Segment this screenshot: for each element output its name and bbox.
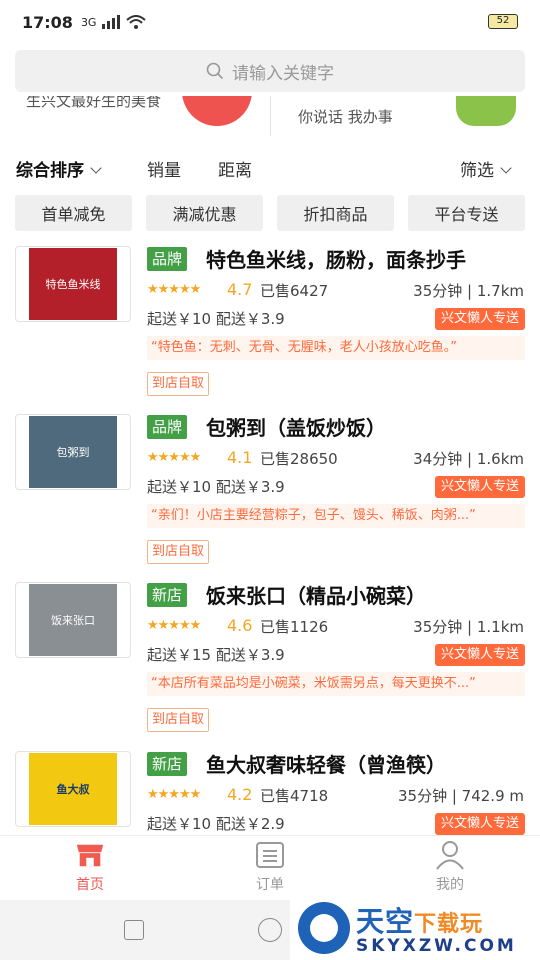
banner-red-graphic [182, 96, 252, 126]
store-fees: 起送￥10 配送￥3.9 [147, 310, 285, 328]
store-promo: “特色鱼：无刺、无骨、无腥味，老人小孩放心吃鱼。” [147, 336, 525, 360]
filter-label: 筛选 [460, 161, 494, 181]
store-thumbnail: 特色鱼米线 [15, 246, 131, 322]
search-placeholder: 请输入关键字 [232, 63, 334, 84]
store-promo: “亲们！小店主要经营粽子，包子、馒头、稀饭、肉粥...” [147, 504, 525, 528]
watermark-title-blue: 天空 [356, 905, 415, 938]
delivery-badge: 兴文懒人专送 [434, 476, 525, 498]
chip-platform-delivery[interactable]: 平台专送 [408, 195, 525, 231]
tab-mine-label: 我的 [436, 877, 464, 893]
battery-icon: 52 [488, 14, 518, 29]
store-thumbnail: 包粥到 [15, 414, 131, 490]
store-photo: 饭来张口 [29, 584, 117, 656]
new-store-tag: 新店 [147, 752, 188, 776]
sort-sales[interactable]: 销量 [147, 156, 181, 181]
store-list: 特色鱼米线 品牌 特色鱼米线，肠粉，面条抄手 ★★★★★ 4.7 已售6427 … [0, 240, 540, 835]
store-rating: 4.6 [227, 616, 253, 635]
watermark-logo-icon [298, 902, 350, 954]
store-card[interactable]: 包粥到 品牌 包粥到（盖饭炒饭） ★★★★★ 4.1 已售28650 34分钟 … [0, 408, 540, 576]
store-time-distance: 34分钟 | 1.6km [413, 450, 524, 468]
pickup-badge: 到店自取 [147, 372, 210, 396]
watermark-title-orange: 下载玩 [414, 912, 484, 937]
banner-divider [270, 96, 271, 136]
tab-orders[interactable]: 订单 [230, 842, 310, 894]
new-store-tag: 新店 [147, 583, 188, 607]
banner-right-text: 你说话 我办事 [298, 108, 393, 126]
tab-home[interactable]: 首页 [50, 842, 130, 894]
delivery-badge: 兴文懒人专送 [434, 813, 525, 835]
network-type: 3G [80, 15, 97, 29]
watermark: 天空下载玩 SKYXZW.COM [290, 896, 540, 960]
recent-apps-button[interactable] [124, 920, 144, 940]
store-rating: 4.7 [227, 280, 253, 299]
pickup-badge: 到店自取 [147, 540, 210, 564]
store-name: 包粥到（盖饭炒饭） [206, 416, 386, 440]
store-sold: 已售6427 [260, 282, 329, 300]
store-thumbnail: 鱼大叔 [15, 751, 131, 827]
store-name: 鱼大叔奢味轻餐（曾渔筷） [206, 753, 446, 777]
store-thumbnail: 饭来张口 [15, 582, 131, 658]
brand-tag: 品牌 [147, 415, 188, 439]
chip-discount[interactable]: 折扣商品 [277, 195, 394, 231]
promo-banner[interactable]: 生兴文最好生的美食 你说话 我办事 [0, 96, 540, 146]
store-fees: 起送￥15 配送￥3.9 [147, 646, 285, 664]
store-time-distance: 35分钟 | 1.7km [413, 282, 524, 300]
store-photo: 鱼大叔 [29, 753, 117, 825]
store-name: 饭来张口（精品小碗菜） [206, 584, 426, 608]
tab-orders-label: 订单 [256, 877, 284, 893]
filter-chips: 首单减免 满减优惠 折扣商品 平台专送 [15, 195, 525, 231]
status-icons: 3G [81, 15, 147, 29]
watermark-title: 天空下载玩 [356, 900, 483, 940]
pickup-badge: 到店自取 [147, 708, 210, 732]
store-card[interactable]: 饭来张口 新店 饭来张口（精品小碗菜） ★★★★★ 4.6 已售1126 35分… [0, 576, 540, 744]
search-icon [206, 62, 224, 80]
store-rating: 4.2 [227, 785, 253, 804]
status-time: 17:08 [22, 12, 73, 32]
store-name: 特色鱼米线，肠粉，面条抄手 [206, 248, 466, 272]
search-input[interactable]: 请输入关键字 [15, 50, 525, 92]
banner-left-text: 生兴文最好生的美食 [26, 96, 162, 110]
store-time-distance: 35分钟 | 742.9 m [398, 787, 524, 805]
store-photo: 包粥到 [29, 416, 117, 488]
banner-green-graphic [456, 96, 516, 126]
watermark-sub: SKYXZW.COM [356, 936, 517, 956]
store-icon [75, 842, 105, 868]
store-fees: 起送￥10 配送￥3.9 [147, 478, 285, 496]
tab-mine[interactable]: 我的 [410, 841, 490, 894]
sort-bar: 综合排序 销量 距离 筛选 [0, 148, 540, 184]
delivery-badge: 兴文懒人专送 [434, 308, 525, 330]
chevron-down-icon [500, 162, 512, 174]
tab-home-label: 首页 [76, 877, 104, 893]
store-sold: 已售1126 [260, 618, 329, 636]
home-button[interactable] [258, 918, 282, 942]
store-fees: 起送￥10 配送￥2.9 [147, 815, 285, 833]
filter-button[interactable]: 筛选 [460, 156, 512, 181]
signal-icon [102, 15, 121, 29]
chip-first-order[interactable]: 首单减免 [15, 195, 132, 231]
chip-full-reduction[interactable]: 满减优惠 [146, 195, 263, 231]
status-bar: 17:08 3G 52 [0, 0, 540, 44]
star-rating-icon: ★★★★★ [147, 282, 201, 297]
store-sold: 已售4718 [260, 787, 329, 805]
store-sold: 已售28650 [260, 450, 338, 468]
chevron-down-icon [90, 162, 102, 174]
star-rating-icon: ★★★★★ [147, 618, 201, 633]
store-rating: 4.1 [227, 448, 253, 467]
sort-composite[interactable]: 综合排序 [16, 156, 102, 181]
star-rating-icon: ★★★★★ [147, 787, 201, 802]
wifi-icon [126, 15, 147, 29]
brand-tag: 品牌 [147, 247, 188, 271]
store-card[interactable]: 特色鱼米线 品牌 特色鱼米线，肠粉，面条抄手 ★★★★★ 4.7 已售6427 … [0, 240, 540, 408]
store-photo: 特色鱼米线 [29, 248, 117, 320]
store-time-distance: 35分钟 | 1.1km [413, 618, 524, 636]
orders-icon [255, 842, 285, 868]
store-promo: “本店所有菜品均是小碗菜，米饭需另点，每天更换不...” [147, 672, 525, 696]
delivery-badge: 兴文懒人专送 [434, 644, 525, 666]
user-icon [435, 841, 465, 870]
store-card[interactable]: 鱼大叔 新店 鱼大叔奢味轻餐（曾渔筷） ★★★★★ 4.2 已售4718 35分… [0, 745, 540, 835]
star-rating-icon: ★★★★★ [147, 450, 201, 465]
sort-composite-label: 综合排序 [16, 161, 84, 181]
bottom-tab-bar: 首页 订单 我的 [0, 835, 540, 899]
sort-distance[interactable]: 距离 [218, 156, 252, 181]
